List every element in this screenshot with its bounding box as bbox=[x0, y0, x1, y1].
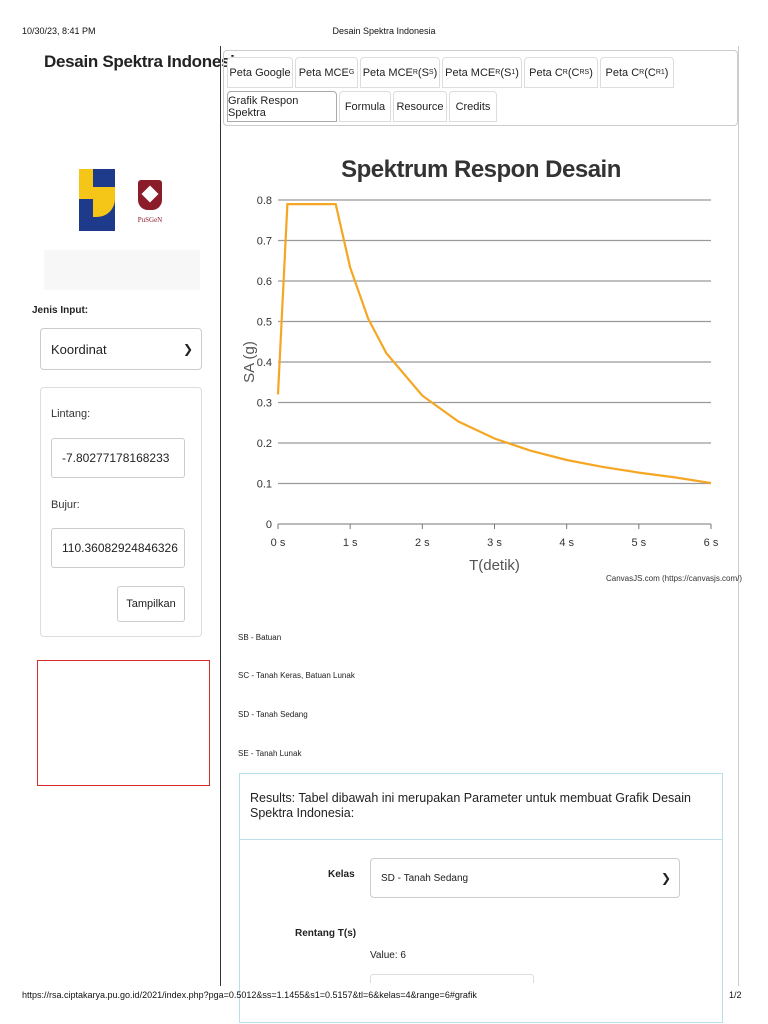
print-page: 1/2 bbox=[729, 990, 742, 1000]
y-axis-label: SA (g) bbox=[241, 341, 258, 383]
rentang-value: Value: 6 bbox=[370, 950, 406, 961]
y-tick-label: 0.8 bbox=[257, 195, 272, 207]
tab-peta-mceg[interactable]: Peta MCE G bbox=[295, 57, 358, 88]
lintang-input[interactable]: -7.80277178168233 bbox=[51, 438, 185, 478]
column-divider bbox=[220, 46, 221, 986]
x-tick-label: 4 s bbox=[559, 537, 574, 549]
kelas-value: SD - Tanah Sedang bbox=[381, 872, 469, 884]
y-tick-label: 0.6 bbox=[257, 276, 272, 288]
soil-class-item: SE - Tanah Lunak bbox=[238, 749, 302, 758]
tab-resource[interactable]: Resource bbox=[393, 91, 447, 122]
kelas-label: Kelas bbox=[328, 869, 355, 880]
soil-class-item: SC - Tanah Keras, Batuan Lunak bbox=[238, 671, 355, 680]
tab-formula[interactable]: Formula bbox=[339, 91, 391, 122]
x-tick-label: 0 s bbox=[271, 537, 286, 549]
x-tick-label: 3 s bbox=[487, 537, 502, 549]
faint-caption-area bbox=[44, 250, 200, 290]
print-url: https://rsa.ciptakarya.pu.go.id/2021/ind… bbox=[22, 990, 477, 1000]
coordinate-card: Lintang: -7.80277178168233 Bujur: 110.36… bbox=[40, 387, 202, 637]
tab-peta-cr-crs[interactable]: Peta CR (C RS) bbox=[524, 57, 598, 88]
y-tick-label: 0 bbox=[266, 519, 272, 531]
print-doc-title: Desain Spektra Indonesia bbox=[332, 26, 436, 36]
lintang-label: Lintang: bbox=[51, 408, 91, 420]
soil-class-item: SB - Batuan bbox=[238, 633, 282, 642]
tab-credits[interactable]: Credits bbox=[449, 91, 497, 122]
spectrum-line bbox=[276, 203, 712, 485]
bujur-input[interactable]: 110.36082924846326 bbox=[51, 528, 185, 568]
x-tick-label: 1 s bbox=[343, 537, 358, 549]
tab-peta-mcer-ss[interactable]: Peta MCE R (S S) bbox=[360, 57, 440, 88]
range-slider[interactable] bbox=[370, 974, 534, 983]
jenis-input-value: Koordinat bbox=[51, 341, 107, 357]
tampilkan-button[interactable]: Tampilkan bbox=[117, 586, 185, 622]
tab-bar: Peta Google Peta MCE G Peta MCE R (S S) Pet… bbox=[223, 50, 738, 126]
chevron-down-icon: ❯ bbox=[660, 871, 671, 885]
y-tick-label: 0.7 bbox=[257, 236, 272, 248]
results-heading: Results: Tabel dibawah ini merupakan Par… bbox=[250, 791, 691, 820]
sidebar-title: Desain Spektra Indonesia bbox=[44, 52, 244, 71]
chart-title: Spektrum Respon Desain bbox=[341, 156, 621, 183]
response-spectrum-chart: 0 0.1 0.2 0.3 0.4 0.5 0.6 0.7 0.8 0 s 1 s 2 s 3 s 4 … bbox=[241, 195, 719, 574]
map-placeholder-box bbox=[37, 660, 210, 786]
soil-class-item: SD - Tanah Sedang bbox=[238, 710, 308, 719]
y-tick-label: 0.4 bbox=[257, 357, 272, 369]
x-tick-label: 5 s bbox=[631, 537, 646, 549]
y-tick-label: 0.3 bbox=[257, 398, 272, 410]
rentang-label: Rentang T(s) bbox=[295, 928, 357, 939]
results-panel: Results: Tabel dibawah ini merupakan Par… bbox=[239, 773, 723, 1023]
results-header: Results: Tabel dibawah ini merupakan Par… bbox=[240, 774, 722, 840]
tab-grafik-respon-spektra[interactable]: Grafik Respon Spektra bbox=[227, 91, 337, 122]
canvasjs-credit[interactable]: CanvasJS.com (https://canvasjs.com/) bbox=[606, 574, 742, 583]
x-tick-label: 2 s bbox=[415, 537, 430, 549]
y-tick-label: 0.2 bbox=[257, 438, 272, 450]
x-axis-label: T(detik) bbox=[469, 557, 520, 574]
pupr-logo bbox=[79, 169, 115, 231]
jenis-input-label: Jenis Input: bbox=[32, 305, 89, 316]
tab-peta-google[interactable]: Peta Google bbox=[227, 57, 293, 88]
bujur-label: Bujur: bbox=[51, 499, 80, 511]
y-tick-label: 0.1 bbox=[257, 479, 272, 491]
tab-peta-cr-cr1[interactable]: Peta CR (C R1) bbox=[600, 57, 674, 88]
tab-peta-mcer-s1[interactable]: Peta MCE R (S 1) bbox=[442, 57, 522, 88]
chevron-down-icon: ❯ bbox=[182, 342, 193, 356]
pusgen-logo: PuSGeN bbox=[130, 170, 170, 240]
y-tick-label: 0.5 bbox=[257, 317, 272, 329]
jenis-input-select[interactable]: Koordinat ❯ bbox=[40, 328, 202, 370]
x-tick-label: 6 s bbox=[704, 537, 719, 549]
right-border bbox=[738, 46, 739, 986]
kelas-select[interactable]: SD - Tanah Sedang ❯ bbox=[370, 858, 680, 898]
